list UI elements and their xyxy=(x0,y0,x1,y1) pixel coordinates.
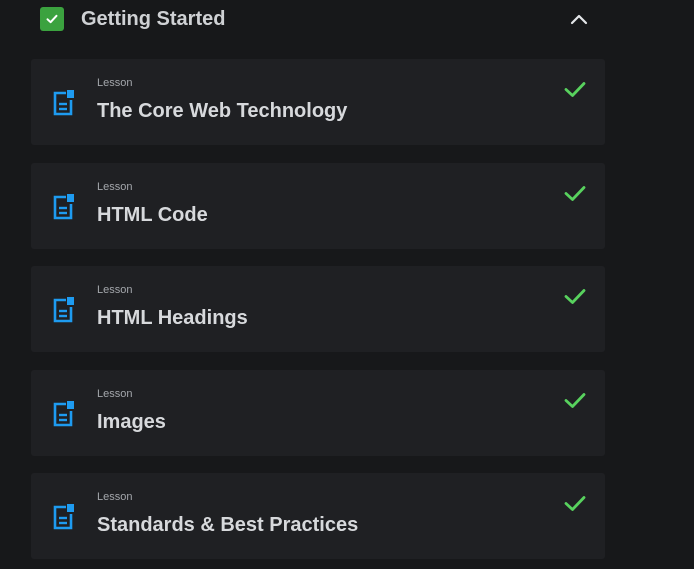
lesson-type-label: Lesson xyxy=(97,77,133,89)
lesson-item[interactable]: Lesson The Core Web Technology xyxy=(31,59,605,145)
document-icon xyxy=(53,90,74,116)
lesson-item[interactable]: Lesson HTML Headings xyxy=(31,266,605,352)
chevron-up-icon[interactable] xyxy=(568,9,590,29)
checkmark-icon xyxy=(564,289,586,304)
course-outline: Getting Started Lesson The Core Web Tech… xyxy=(0,0,694,569)
document-icon xyxy=(53,193,74,219)
lesson-title: HTML Code xyxy=(97,203,208,226)
lesson-type-label: Lesson xyxy=(97,387,133,400)
checkmark-icon xyxy=(564,496,586,511)
lesson-type-label: Lesson xyxy=(97,180,133,193)
document-icon xyxy=(53,297,74,323)
checkmark-icon xyxy=(564,82,586,97)
lesson-title: Images xyxy=(97,410,166,433)
lesson-type-label: Lesson xyxy=(97,284,133,296)
document-icon xyxy=(53,504,74,530)
lesson-list: Lesson The Core Web Technology Lesson HT… xyxy=(31,59,605,569)
section-complete-checkbox-icon xyxy=(40,7,64,31)
lesson-item[interactable]: Lesson Standards & Best Practices xyxy=(31,473,605,559)
section-title: Getting Started xyxy=(81,7,226,30)
section-header-getting-started[interactable]: Getting Started xyxy=(30,0,608,38)
lesson-type-label: Lesson xyxy=(97,491,133,503)
checkmark-icon xyxy=(564,185,586,201)
lesson-item[interactable]: Lesson HTML Code xyxy=(31,162,605,249)
lesson-title: The Core Web Technology xyxy=(97,100,348,122)
checkmark-icon xyxy=(564,392,586,408)
lesson-title: Standards & Best Practices xyxy=(97,514,359,536)
lesson-title: HTML Headings xyxy=(97,307,248,329)
lesson-item[interactable]: Lesson Images xyxy=(31,369,605,456)
document-icon xyxy=(53,400,74,426)
